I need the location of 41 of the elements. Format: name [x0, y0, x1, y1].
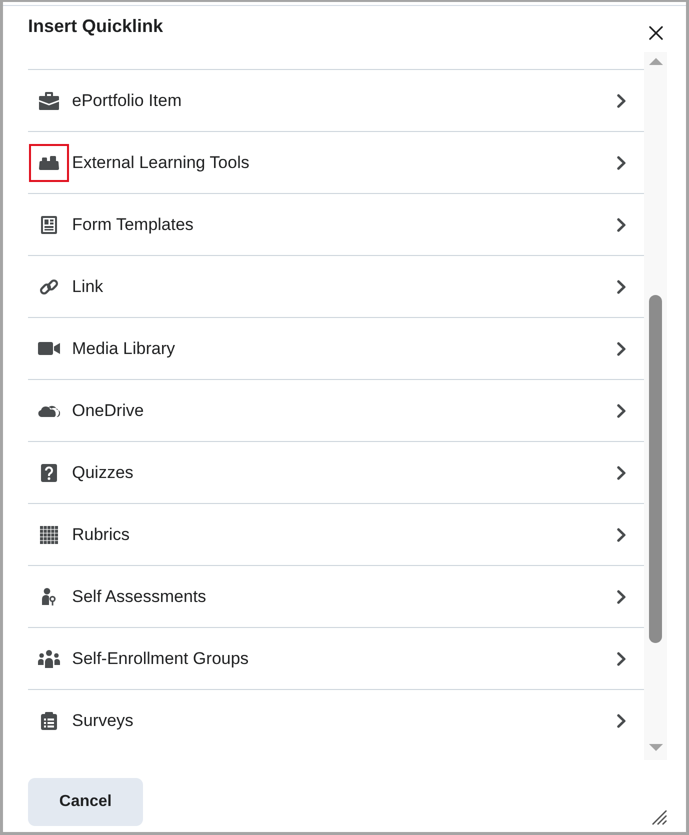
chevron-right-icon [617, 652, 626, 666]
chevron-right-icon [617, 714, 626, 728]
scrollbar-thumb[interactable] [649, 295, 662, 643]
chevron-right-icon [617, 342, 626, 356]
list-item[interactable]: External Learning Tools [28, 131, 644, 193]
scroll-up-arrow[interactable] [648, 58, 662, 65]
list-item[interactable]: Rubrics [28, 503, 644, 565]
chevron-right-icon [617, 156, 626, 170]
scroll-down-arrow[interactable] [648, 744, 662, 751]
close-button[interactable] [649, 26, 663, 40]
cloud-icon [38, 404, 60, 417]
people-icon [38, 650, 60, 668]
chevron-right-icon [617, 590, 626, 604]
dialog-title: Insert Quicklink [28, 15, 164, 38]
list-item[interactable]: Self Assessments [28, 565, 644, 627]
chevron-right-icon [617, 280, 626, 294]
question-icon [41, 464, 57, 482]
resize-grip-icon[interactable] [652, 810, 667, 825]
person-key-icon [41, 588, 57, 606]
cancel-button[interactable]: Cancel [28, 778, 143, 826]
list-item[interactable]: ePortfolio Item [28, 69, 644, 131]
form-icon [41, 216, 57, 234]
clipboard-icon [41, 712, 57, 730]
grid-icon [40, 526, 58, 544]
video-camera-icon [38, 342, 60, 355]
chevron-right-icon [617, 466, 626, 480]
close-icon [649, 26, 663, 40]
brick-icon [39, 156, 59, 170]
list-item[interactable]: Link [28, 255, 644, 317]
briefcase-icon [39, 92, 59, 110]
list-item[interactable]: Quizzes [28, 441, 644, 503]
link-icon [39, 276, 59, 296]
chevron-right-icon [617, 218, 626, 232]
list-item[interactable]: Surveys [28, 689, 644, 751]
list-item[interactable]: Self-Enrollment Groups [28, 627, 644, 689]
chevron-right-icon [617, 404, 626, 418]
list-item[interactable]: OneDrive [28, 379, 644, 441]
list-item[interactable]: Media Library [28, 317, 644, 379]
chevron-right-icon [617, 528, 626, 542]
list-item[interactable]: Form Templates [28, 193, 644, 255]
chevron-right-icon [617, 94, 626, 108]
